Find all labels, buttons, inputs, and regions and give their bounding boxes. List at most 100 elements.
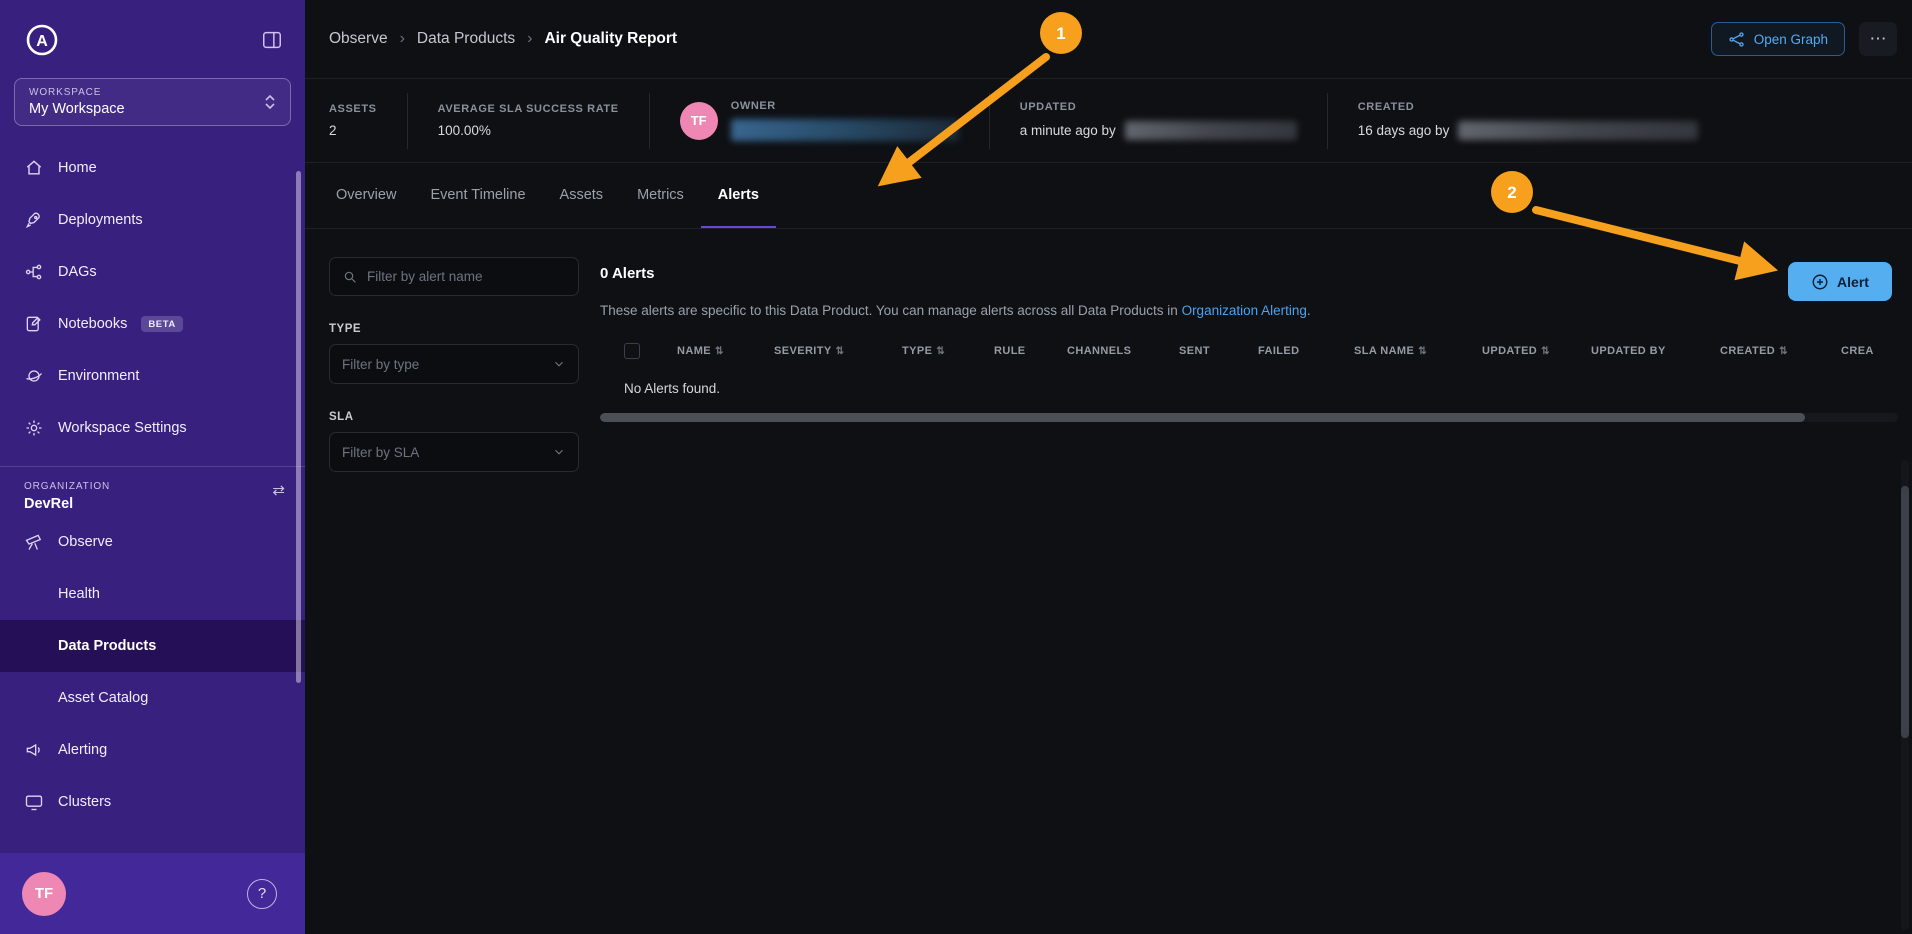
sidebar-item-label: Data Products xyxy=(58,638,156,654)
sidebar-item-label: Health xyxy=(58,586,100,602)
vertical-scrollbar-thumb[interactable] xyxy=(1901,486,1909,738)
open-graph-button[interactable]: Open Graph xyxy=(1711,22,1845,56)
stat-value: 2 xyxy=(329,123,377,138)
stat-value: 16 days ago by xyxy=(1358,123,1450,138)
column-header-name[interactable]: NAME xyxy=(677,345,774,357)
stat-label: OWNER xyxy=(731,100,959,112)
telescope-icon xyxy=(24,532,44,552)
breadcrumb-data-products[interactable]: Data Products xyxy=(417,30,515,48)
sidebar-item-label: Observe xyxy=(58,534,113,550)
updated-by-redacted xyxy=(1125,121,1297,140)
stat-value: 100.00% xyxy=(438,123,619,138)
column-header-sla-name[interactable]: SLA NAME xyxy=(1354,345,1482,357)
sort-icon xyxy=(1779,345,1788,357)
add-alert-button[interactable]: Alert xyxy=(1788,262,1892,301)
column-label: SLA NAME xyxy=(1354,345,1414,357)
column-label: FAILED xyxy=(1258,345,1300,357)
column-label: SEVERITY xyxy=(774,345,832,357)
sidebar-item-clusters[interactable]: Clusters xyxy=(0,776,305,828)
workspace-name: My Workspace xyxy=(29,101,125,117)
alerts-description-text: These alerts are specific to this Data P… xyxy=(600,303,1182,318)
column-header-failed: FAILED xyxy=(1258,345,1354,357)
sidebar-item-workspace-settings[interactable]: Workspace Settings xyxy=(0,402,305,454)
sidebar-item-label: Asset Catalog xyxy=(58,690,148,706)
help-icon[interactable] xyxy=(247,879,277,909)
rocket-icon xyxy=(24,210,44,230)
column-label: UPDATED BY xyxy=(1591,345,1666,357)
column-header-sent: SENT xyxy=(1179,345,1258,357)
sidebar-item-asset-catalog[interactable]: Asset Catalog xyxy=(0,672,305,724)
sidebar-item-health[interactable]: Health xyxy=(0,568,305,620)
column-header-updated-by: UPDATED BY xyxy=(1591,345,1720,357)
chevron-down-icon xyxy=(552,445,566,459)
organization-label: ORGANIZATION xyxy=(24,481,110,492)
sidebar-item-environment[interactable]: Environment xyxy=(0,350,305,402)
breadcrumb: Observe Data Products Air Quality Report xyxy=(329,30,677,48)
stat-label: UPDATED xyxy=(1020,101,1297,113)
switch-organization-icon[interactable] xyxy=(272,481,285,499)
home-icon xyxy=(24,158,44,178)
alerts-description: These alerts are specific to this Data P… xyxy=(600,303,1898,318)
user-avatar[interactable]: TF xyxy=(22,872,66,916)
stat-label: ASSETS xyxy=(329,103,377,115)
column-header-severity[interactable]: SEVERITY xyxy=(774,345,902,357)
workspace-label: WORKSPACE xyxy=(29,87,125,98)
breadcrumb-observe[interactable]: Observe xyxy=(329,30,388,48)
alerts-count-title: 0 Alerts xyxy=(600,265,1898,282)
sidebar-item-label: Environment xyxy=(58,368,139,384)
tab-overview[interactable]: Overview xyxy=(319,163,413,228)
sidebar-item-label: Home xyxy=(58,160,97,176)
sidebar-item-notebooks[interactable]: Notebooks BETA xyxy=(0,298,305,350)
content-vertical-scrollbar xyxy=(1901,460,1909,930)
sidebar-footer: TF xyxy=(0,853,305,934)
column-label: CREA xyxy=(1841,345,1874,357)
stat-created: CREATED 16 days ago by xyxy=(1327,93,1729,149)
horizontal-scrollbar-thumb[interactable] xyxy=(600,413,1805,422)
column-header-type[interactable]: TYPE xyxy=(902,345,994,357)
stat-sla-success-rate: AVERAGE SLA SUCCESS RATE 100.00% xyxy=(407,93,649,149)
sidebar-nav: Home Deployments DAGs xyxy=(0,142,305,454)
sla-filter-select[interactable]: Filter by SLA xyxy=(329,432,579,472)
alert-search-input[interactable] xyxy=(367,269,566,284)
tab-metrics[interactable]: Metrics xyxy=(620,163,701,228)
page-title: Air Quality Report xyxy=(544,30,677,48)
sidebar-scrollbar[interactable] xyxy=(296,171,301,683)
sidebar-item-home[interactable]: Home xyxy=(0,142,305,194)
notebook-icon xyxy=(24,314,44,334)
owner-name-redacted xyxy=(731,119,959,141)
column-label: CREATED xyxy=(1720,345,1775,357)
sidebar: A WORKSPACE My Workspace Home xyxy=(0,0,305,934)
column-header-created[interactable]: CREATED xyxy=(1720,345,1841,357)
collapse-sidebar-icon[interactable] xyxy=(261,29,283,51)
more-options-button[interactable]: ⋯ xyxy=(1859,22,1897,56)
sidebar-item-data-products[interactable]: Data Products xyxy=(0,620,305,672)
type-filter-placeholder: Filter by type xyxy=(342,357,419,372)
chevron-updown-icon xyxy=(264,93,276,111)
sidebar-item-alerting[interactable]: Alerting xyxy=(0,724,305,776)
stat-assets: ASSETS 2 xyxy=(329,93,407,149)
search-icon xyxy=(342,269,358,285)
chevron-down-icon xyxy=(552,357,566,371)
table-horizontal-scrollbar xyxy=(600,413,1898,422)
beta-badge: BETA xyxy=(141,316,183,332)
organization-name: DevRel xyxy=(24,496,110,512)
sidebar-item-dags[interactable]: DAGs xyxy=(0,246,305,298)
type-filter-label: TYPE xyxy=(329,323,579,335)
clusters-icon xyxy=(24,792,44,812)
tab-event-timeline[interactable]: Event Timeline xyxy=(413,163,542,228)
tab-alerts[interactable]: Alerts xyxy=(701,163,776,228)
organization-alerting-link[interactable]: Organization Alerting xyxy=(1182,303,1307,318)
sort-icon xyxy=(1418,345,1427,357)
workspace-selector[interactable]: WORKSPACE My Workspace xyxy=(14,78,291,126)
column-label: RULE xyxy=(994,345,1026,357)
column-header-updated[interactable]: UPDATED xyxy=(1482,345,1591,357)
sidebar-item-deployments[interactable]: Deployments xyxy=(0,194,305,246)
sidebar-item-observe[interactable]: Observe xyxy=(0,516,305,568)
column-label: UPDATED xyxy=(1482,345,1537,357)
type-filter-select[interactable]: Filter by type xyxy=(329,344,579,384)
filter-panel: TYPE Filter by type SLA Filter by SLA xyxy=(329,257,579,472)
select-all-checkbox[interactable] xyxy=(624,343,640,359)
tab-assets[interactable]: Assets xyxy=(543,163,621,228)
sidebar-item-label: Clusters xyxy=(58,794,111,810)
sidebar-item-label: Deployments xyxy=(58,212,143,228)
